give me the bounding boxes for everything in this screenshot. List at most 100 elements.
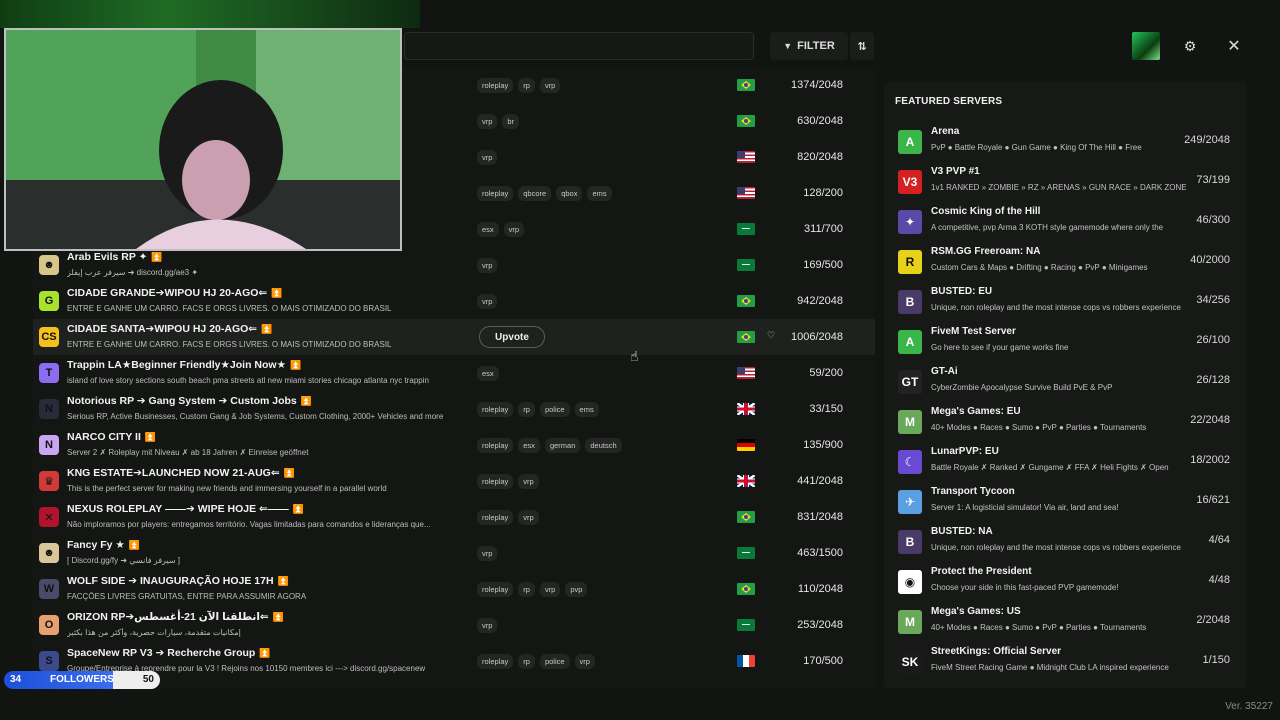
server-tag[interactable]: roleplay [477,582,514,597]
server-tag[interactable]: roleplay [477,78,514,93]
server-tag[interactable]: rp [518,654,535,669]
server-tag[interactable]: roleplay [477,186,514,201]
featured-server-row[interactable]: A FiveM Test Server Go here to see if your… [898,326,1242,360]
close-icon: ✕ [1227,38,1241,55]
server-logo-icon: ☻ [39,543,59,563]
server-tag[interactable]: vrp [477,258,498,273]
user-avatar[interactable] [1132,32,1160,60]
server-row[interactable]: ☻ Fancy Fy ★ ⏫ [ Discord.gg/fy ➜ سيرفر فانس… [33,535,875,571]
server-row[interactable]: CS CIDADE SANTA➔WIPOU HJ 20-AGO⇐ ⏫ ENTRE E … [33,319,875,355]
search-input[interactable] [404,32,754,60]
player-count: 1006/2048 [791,331,843,343]
server-tag[interactable]: rp [518,78,535,93]
server-tag[interactable]: vrp [477,150,498,165]
br-flag-icon [737,79,755,91]
server-tags: esx [477,366,499,381]
server-tag[interactable]: vrp [477,618,498,633]
server-tag[interactable]: qbox [556,186,583,201]
server-row[interactable]: S SpaceNew RP V3 ➔ Recherche Group ⏫ Groupe… [33,643,875,679]
featured-logo-glyph: V3 [902,175,918,189]
server-tags: roleplay rp police vrp [477,654,595,669]
server-tag[interactable]: vrp [518,510,539,525]
filter-icon: ▼ [783,41,793,51]
featured-server-row[interactable]: ✈ Transport Tycoon Server 1: A logisticial… [898,486,1242,520]
server-row[interactable]: ☻ Arab Evils RP ✦ ⏫ سيرفر عرب إيفلز ➜ disco… [33,247,875,283]
server-row[interactable]: N Notorious RP ➔ Gang System ➔ Custom Job… [33,391,875,427]
server-tag[interactable]: vrp [574,654,595,669]
featured-server-name: Cosmic King of the Hill [931,206,1041,217]
featured-server-row[interactable]: V3 V3 PVP #1 1v1 RANKED » ZOMBIE » RZ » AR… [898,166,1242,200]
featured-server-row[interactable]: SK StreetKings: Official Server FiveM Stre… [898,646,1242,680]
server-row[interactable]: G CIDADE GRANDE➔WIPOU HJ 20-AGO⇐ ⏫ ENTRE E … [33,283,875,319]
server-tag[interactable]: german [544,438,581,453]
server-tag[interactable]: pvp [565,582,588,597]
featured-server-row[interactable]: R RSM.GG Freeroam: NA Custom Cars & Maps ●… [898,246,1242,280]
server-tag[interactable]: br [502,114,520,129]
featured-server-name: Mega's Games: EU [931,406,1021,417]
featured-server-row[interactable]: ◉ Protect the President Choose your side i… [898,566,1242,600]
server-tag[interactable]: vrp [503,222,525,237]
player-count: 33/150 [809,403,843,415]
server-tag[interactable]: rp [518,582,535,597]
server-tag[interactable]: ems [587,186,612,201]
featured-server-row[interactable]: B BUSTED: NA Unique, non roleplay and the … [898,526,1242,560]
server-tag[interactable]: police [539,402,570,417]
server-row[interactable]: W WOLF SIDE ➔ INAUGURAÇÃO HOJE 17H ⏫ FACÇÕE… [33,571,875,607]
featured-player-count: 46/300 [1196,214,1230,226]
featured-server-row[interactable]: ☾ LunarPVP: EU Battle Royale ✗ Ranked ✗ Gu… [898,446,1242,480]
server-tag[interactable]: roleplay [477,510,514,525]
server-tag[interactable]: vrp [477,294,498,309]
featured-server-description: Server 1: A logisticial simulator! Via a… [931,503,1119,512]
featured-server-logo-icon: A [898,330,922,354]
server-tag[interactable]: vrp [539,582,561,597]
server-tag[interactable]: vrp [539,78,561,93]
server-description: إمكانيات متقدمة، سيارات حصرية، وأكثر من … [67,628,241,637]
server-tag[interactable]: roleplay [477,654,514,669]
server-tag[interactable]: deutsch [585,438,622,453]
featured-logo-glyph: ✈ [904,495,916,509]
server-tag[interactable]: roleplay [477,438,514,453]
featured-server-row[interactable]: GT GT-Ai CyberZombie Apocalypse Survive Bu… [898,366,1242,400]
heart-icon[interactable]: ♡ [767,330,775,341]
sa-flag-icon [737,547,755,559]
server-tag[interactable]: police [539,654,570,669]
server-description: island of love story sections south beac… [67,376,429,385]
server-tag[interactable]: rp [518,402,535,417]
server-name: Arab Evils RP ✦ ⏫ [67,251,163,263]
br-flag-icon [737,583,755,595]
server-tag[interactable]: vrp [477,546,498,561]
featured-server-name: BUSTED: EU [931,286,993,297]
featured-server-row[interactable]: M Mega's Games: EU 40+ Modes ● Races ● Sum… [898,406,1242,440]
server-tag[interactable]: qbcore [518,186,552,201]
filter-button[interactable]: ▼ FILTER [770,32,848,60]
featured-player-count: 73/199 [1196,174,1230,186]
server-row[interactable]: ✕ NEXUS ROLEPLAY ——➔ WIPE HOJE ⇐—— ⏫ Não im… [33,499,875,535]
server-row[interactable]: T Trappin LA★Beginner Friendly★Join Now★ ⏫… [33,355,875,391]
server-tag[interactable]: esx [518,438,540,453]
fr-flag-icon [737,655,755,667]
featured-server-row[interactable]: A Arena PvP ● Battle Royale ● Gun Game ● K… [898,126,1242,160]
featured-server-row[interactable]: M Mega's Games: US 40+ Modes ● Races ● Sum… [898,606,1242,640]
server-tag[interactable]: esx [477,222,499,237]
featured-server-row[interactable]: B BUSTED: EU Unique, non roleplay and the … [898,286,1242,320]
settings-button[interactable]: ⚙ [1176,32,1204,60]
server-tags: vrp [477,618,498,633]
featured-server-logo-icon: B [898,530,922,554]
featured-player-count: 40/2000 [1190,254,1230,266]
server-tag[interactable]: ems [574,402,599,417]
upvote-button[interactable]: Upvote [479,326,545,348]
close-button[interactable]: ✕ [1220,32,1248,60]
server-tag[interactable]: roleplay [477,402,514,417]
server-tag[interactable]: vrp [477,114,498,129]
server-tag[interactable]: roleplay [477,474,514,489]
server-tag[interactable]: vrp [518,474,539,489]
server-name-text: WOLF SIDE ➔ INAUGURAÇÃO HOJE 17H [67,575,274,587]
server-row[interactable]: O ORIZON RP➔انطلقنا الآن 21-أغسطس⇐ ⏫ إمكاني… [33,607,875,643]
boost-icon: ⏫ [261,324,273,334]
server-name-text: KNG ESTATE➔LAUNCHED NOW 21-AUG⇐ [67,467,280,479]
server-row[interactable]: ♛ KNG ESTATE➔LAUNCHED NOW 21-AUG⇐ ⏫ This is… [33,463,875,499]
server-row[interactable]: N NARCO CITY II ⏫ Server 2 ✗ Roleplay mit N… [33,427,875,463]
sort-button[interactable]: ⇅ [850,32,874,60]
server-tag[interactable]: esx [477,366,499,381]
featured-server-row[interactable]: ✦ Cosmic King of the Hill A competitive, p… [898,206,1242,240]
